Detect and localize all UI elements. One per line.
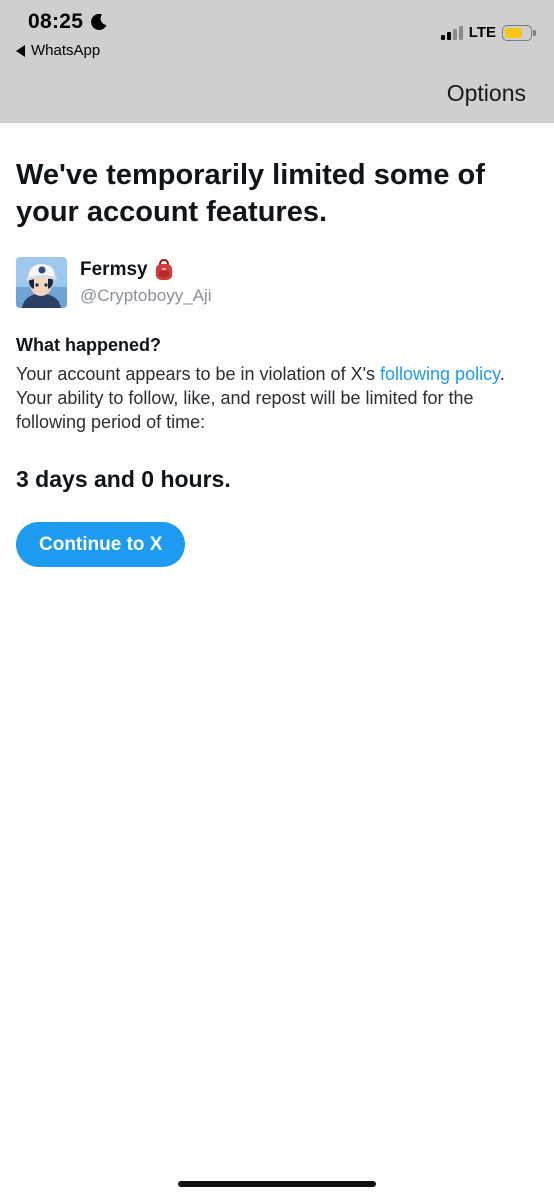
following-policy-link[interactable]: following policy	[380, 364, 500, 384]
main-content: We've temporarily limited some of your a…	[16, 123, 538, 567]
user-card: Fermsy @Cryptoboyy_Aji	[16, 257, 538, 308]
battery-icon	[502, 24, 536, 41]
back-triangle-icon	[16, 44, 25, 57]
options-button[interactable]: Options	[447, 80, 526, 107]
user-handle: @Cryptoboyy_Aji	[80, 286, 212, 305]
section-heading: What happened?	[16, 335, 161, 355]
network-label: LTE	[468, 24, 496, 41]
back-to-app-link[interactable]: WhatsApp	[16, 42, 100, 59]
body-text-start: Your account appears to be in violation …	[16, 364, 381, 384]
moon-icon	[91, 13, 107, 30]
display-name: Fermsy	[80, 259, 212, 281]
home-indicator[interactable]	[178, 1181, 376, 1187]
signal-icon	[440, 25, 463, 40]
page-title: We've temporarily limited some of your a…	[16, 159, 485, 228]
violation-explanation: Your account appears to be in violation …	[16, 362, 538, 434]
clock: 08:25	[28, 10, 109, 34]
status-bar: 08:25 WhatsApp LTE Options	[0, 0, 554, 123]
display-name-text: Fermsy	[80, 259, 148, 280]
avatar-image	[16, 257, 67, 308]
status-indicators: LTE	[440, 24, 536, 41]
continue-button[interactable]: Continue to X	[16, 522, 186, 567]
back-app-label: WhatsApp	[31, 42, 101, 59]
backpack-icon	[155, 259, 172, 280]
avatar	[16, 257, 67, 308]
clock-time: 08:25	[28, 10, 84, 33]
limit-duration: 3 days and 0 hours.	[16, 466, 231, 492]
